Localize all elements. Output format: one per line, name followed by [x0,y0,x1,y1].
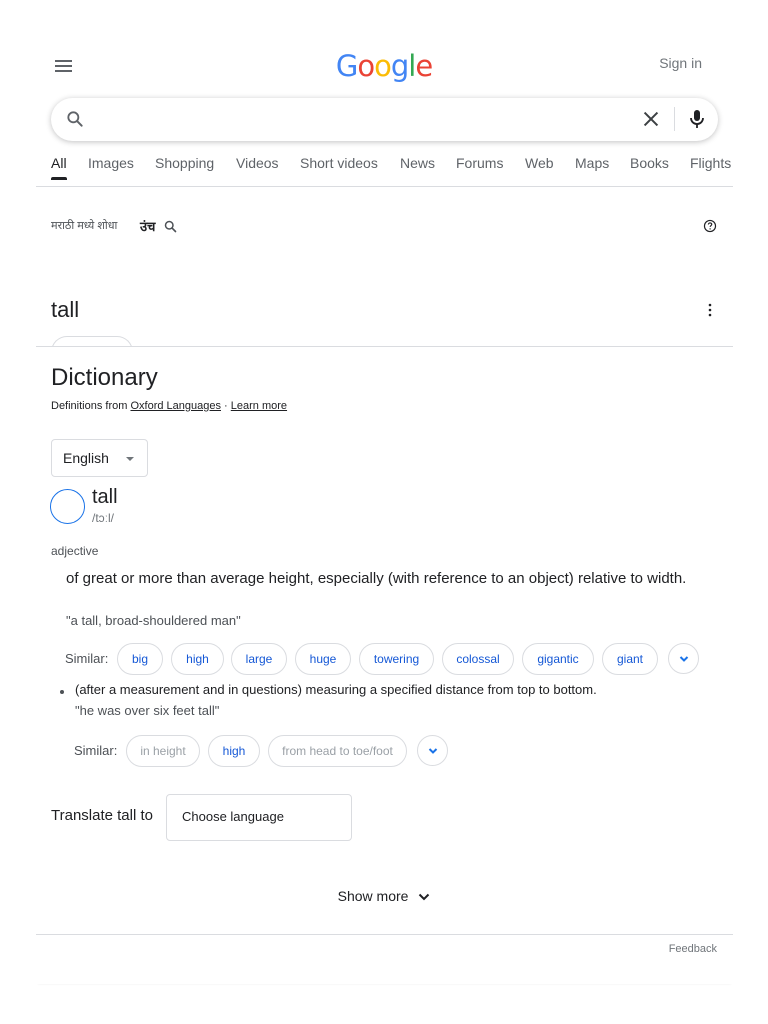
similar-word-chip[interactable]: huge [295,643,351,675]
tab-short-videos[interactable]: Short videos [300,155,378,171]
tab-books[interactable]: Books [630,155,669,171]
tab-forums[interactable]: Forums [456,155,503,171]
search-icon[interactable] [65,109,85,134]
language-select[interactable]: English [51,439,148,477]
clear-icon[interactable] [640,108,662,135]
tab-videos[interactable]: Videos [236,155,279,171]
translate-language-select[interactable]: Choose language [166,794,352,841]
logo-letter: l [408,49,416,83]
dictionary-source: Definitions from Oxford Languages · Lear… [51,400,287,412]
oxford-languages-link[interactable]: Oxford Languages [130,400,221,412]
search-box [51,98,718,141]
tab-maps[interactable]: Maps [575,155,609,171]
translate-select-placeholder: Choose language [182,809,284,824]
headword: tall [92,486,118,508]
tab-images[interactable]: Images [88,155,134,171]
expand-similar-button[interactable] [417,735,448,766]
show-more-button[interactable]: Show more [0,888,768,904]
more-options-icon[interactable] [704,302,716,323]
caret-down-icon [126,457,134,461]
logo-letter: o [357,49,375,83]
similar-word-chip[interactable]: large [231,643,287,675]
logo-letter: G [335,49,359,83]
similar-word-chip[interactable]: high [171,643,224,675]
marathi-search-prompt: मराठी मध्ये शोधा [51,220,118,232]
phonetic: /tɔːl/ [92,511,115,525]
pronunciation-audio-button[interactable] [50,489,85,524]
similar-word-chip[interactable]: giant [602,643,658,675]
definition-2: (after a measurement and in questions) m… [75,682,597,697]
learn-more-link[interactable]: Learn more [231,400,287,412]
logo-letter: o [374,49,392,83]
similar-word-chip[interactable]: gigantic [522,643,594,675]
source-prefix: Definitions from [51,400,131,412]
feedback-link[interactable]: Feedback [669,943,717,955]
footer-divider [36,934,733,935]
translate-label: Translate tall to [51,807,153,824]
microphone-icon[interactable] [685,107,709,136]
tab-news[interactable]: News [400,155,435,171]
dictionary-title: Dictionary [51,364,158,391]
sign-in-button[interactable]: Sign in [659,55,702,71]
logo-letter: g [390,49,409,83]
similar-word-chip[interactable]: colossal [442,643,514,675]
logo-letter: e [415,49,433,83]
query-title: tall [51,297,80,322]
similar-label: Similar: [65,651,109,666]
search-input[interactable] [97,106,657,134]
tab-flights[interactable]: Flights [690,155,731,171]
part-of-speech: adjective [51,544,99,558]
chevron-down-icon [679,656,689,662]
chevron-down-icon [419,894,430,901]
bullet [60,690,64,694]
tab-shopping[interactable]: Shopping [155,155,214,171]
similar-word-chip[interactable]: big [117,643,163,675]
google-logo[interactable]: Google [0,48,768,84]
example-1: "a tall, broad-shouldered man" [66,613,241,628]
example-2: "he was over six feet tall" [75,703,220,718]
search-divider [674,107,675,131]
help-icon[interactable] [703,219,717,238]
source-separator: · [221,400,231,412]
language-select-value: English [63,450,109,466]
similar-label: Similar: [74,743,118,758]
similar-word-chip[interactable]: from head to toe/foot [268,735,407,767]
similar-word-chip[interactable]: in height [126,735,200,767]
show-more-label: Show more [337,888,409,904]
tabs-divider [36,186,733,187]
top-bar: Google Sign in [0,44,768,88]
similar-word-chip[interactable]: towering [359,643,434,675]
tab-web[interactable]: Web [525,155,554,171]
definition-1: of great or more than average height, es… [66,570,687,587]
search-icon[interactable] [163,219,178,239]
chevron-down-icon [428,748,438,754]
expand-similar-button[interactable] [668,643,699,674]
marathi-query-link[interactable]: उंच [140,217,155,235]
tab-all[interactable]: All [51,155,67,180]
similar-word-chip[interactable]: high [208,735,260,767]
